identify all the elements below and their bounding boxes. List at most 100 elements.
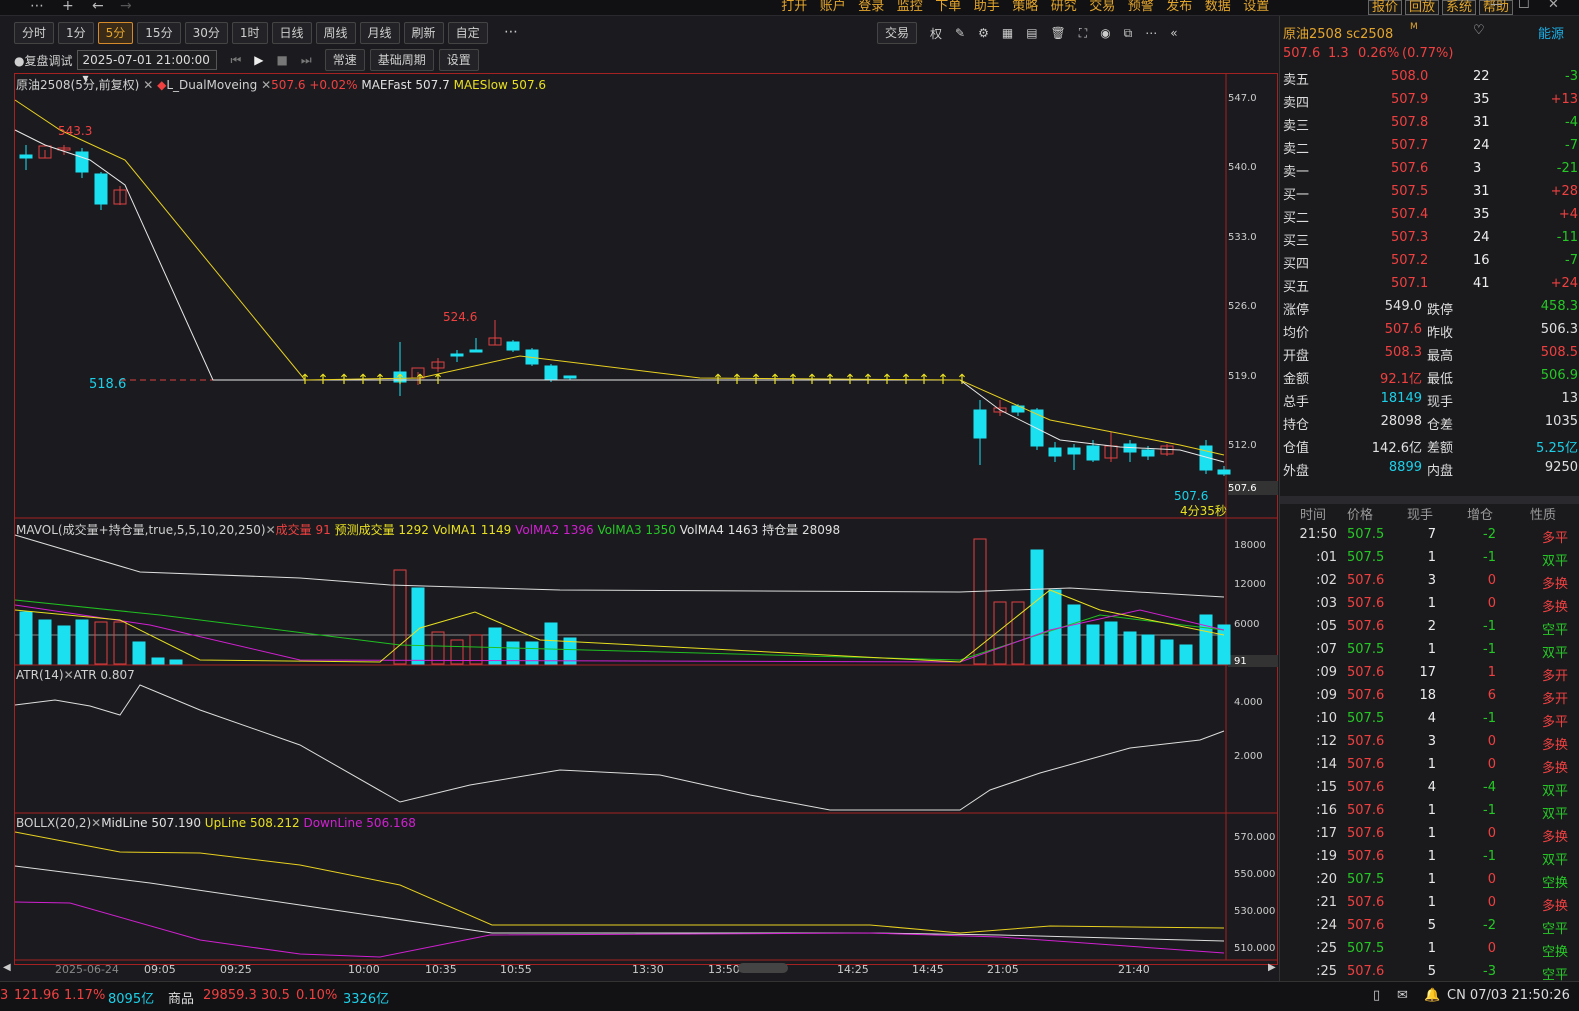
tick-type: 多开 [1541,692,1568,707]
tick-time: :02 [1316,573,1337,588]
tick-time: :01 [1316,550,1337,565]
scale-label: 6000 [1234,619,1260,630]
candle-body [506,341,520,351]
price-label: 507.6 +0.02% [271,78,358,92]
bid-row[interactable]: 买一 507.5 31 +28 [1280,181,1579,204]
atr-value: ATR 0.807 [73,668,135,682]
bell-icon[interactable]: 🔔 [1424,988,1440,1003]
phone-icon[interactable]: ▯ [1373,988,1380,1003]
scale-label: 512.0 [1228,440,1257,451]
tick-row: :20 507.5 1 0 空换 [1280,869,1579,892]
volume-bar [132,641,146,665]
stat-value: 458.3 [1540,299,1578,314]
tick-price: 507.6 [1347,895,1385,910]
signal-arrow: ↑ [394,372,406,388]
bid-row[interactable]: 买二 507.4 35 +4 [1280,204,1579,227]
menu-button[interactable]: 系统 [1442,0,1477,15]
stat-label: 内盘 [1427,464,1454,479]
close-icon[interactable]: ✕ [1548,0,1559,12]
volume-bar [57,625,71,665]
level-change: -21 [1556,161,1578,176]
scrollbar-thumb[interactable] [738,963,788,973]
minimize-icon[interactable]: — [1490,0,1503,12]
signal-arrow: ↑ [731,372,743,388]
contract-title: 原油2508 sc2508 [1283,27,1394,42]
level-change: -7 [1565,138,1578,153]
quote-panel: 原油2508 sc2508 M ♡ 能源 507.6 1.3 0.26% (0.… [1279,16,1579,983]
tick-volume: 7 [1427,527,1436,542]
volume-bar [1141,634,1155,665]
level-label: 卖一 [1283,165,1310,180]
scroll-right-icon[interactable]: ▶ [1268,962,1276,973]
tick-price: 507.6 [1347,964,1385,979]
scale-label: 2.000 [1234,751,1263,762]
ask-row[interactable]: 卖一 507.6 3 -21 [1280,158,1579,181]
heart-icon[interactable]: ♡ [1473,23,1485,38]
signal-arrow: ↑ [824,372,836,388]
volma2: VolMA2 1396 [515,523,594,537]
level-price: 507.7 [1391,138,1429,153]
level-volume: 22 [1473,69,1490,84]
bid-row[interactable]: 买四 507.2 16 -7 [1280,250,1579,273]
tick-volume: 2 [1427,619,1436,634]
level-price: 507.1 [1391,276,1429,291]
tick-type: 多换 [1541,600,1568,615]
candle-body [544,365,558,381]
stat-value: 506.9 [1540,368,1578,383]
tick-price: 507.6 [1347,757,1385,772]
time-label: 09:25 [220,963,252,976]
tick-time: :07 [1316,642,1337,657]
stats-row: 开盘 508.3 最高 508.5 [1280,342,1579,365]
signal-arrow: ↑ [900,372,912,388]
volume-bar [1123,631,1137,665]
candle-body [19,154,33,159]
signal-arrow: ↑ [937,372,949,388]
peak-annotation: 524.6 [443,310,478,324]
tick-price: 507.6 [1347,826,1385,841]
stat-value: 8899 [1388,460,1422,475]
ask-row[interactable]: 卖三 507.8 31 -4 [1280,112,1579,135]
bid-row[interactable]: 买三 507.3 24 -11 [1280,227,1579,250]
maximize-icon[interactable]: ☐ [1518,0,1530,12]
tick-volume: 3 [1427,734,1436,749]
ask-row[interactable]: 卖四 507.9 35 +13 [1280,89,1579,112]
ask-row[interactable]: 卖五 508.0 22 -3 [1280,66,1579,89]
tick-time: :19 [1316,849,1337,864]
tick-oi: -4 [1483,780,1496,795]
tick-oi: 0 [1487,895,1496,910]
menu-button[interactable]: 报价 [1368,0,1403,15]
stat-label: 跌停 [1427,303,1454,318]
tick-price: 507.5 [1347,711,1385,726]
level-price: 507.9 [1391,92,1429,107]
ask-row[interactable]: 卖二 507.7 24 -7 [1280,135,1579,158]
bid-row[interactable]: 买五 507.1 41 +24 [1280,273,1579,296]
scroll-left-icon[interactable]: ◀ [3,962,11,973]
tick-type: 多换 [1541,577,1568,592]
tick-oi: -1 [1483,619,1496,634]
stat-label: 开盘 [1283,349,1310,364]
time-label: 10:55 [500,963,532,976]
volume-bar [1030,549,1044,665]
commodity-value: 29859.3 [203,988,257,1003]
bollinger-mid [14,865,1225,942]
tick-price: 507.6 [1347,780,1385,795]
tick-time: :24 [1316,918,1337,933]
volume-bar [38,619,52,665]
price-chart[interactable]: ↑ ↑ ↑ ↑ ↑ ↑ ↑ ↑ ↑ ↑ ↑ ↑ ↑ ↑ ↑ ↑ ↑ ↑ ↑ ↑ ↑ ↑ [0,0,1279,981]
tick-type: 双平 [1541,554,1568,569]
message-icon[interactable]: ✉ [1397,988,1408,1003]
last-price: 507.6 [1283,46,1321,61]
tick-row: :02 507.6 3 0 多换 [1280,570,1579,593]
menu-button[interactable]: 回放 [1405,0,1440,15]
stat-value: 13 [1561,391,1578,406]
signal-arrow: ↑ [956,372,968,388]
tick-header-cell: 价格 [1347,508,1374,523]
tick-oi: -2 [1483,527,1496,542]
tick-volume: 4 [1427,711,1436,726]
tick-time: :14 [1316,757,1337,772]
stat-label: 仓差 [1427,418,1454,433]
tick-time: :25 [1316,964,1337,979]
tick-oi: -1 [1483,642,1496,657]
volume-bar [1199,614,1213,665]
scale-label: 4.000 [1234,697,1263,708]
